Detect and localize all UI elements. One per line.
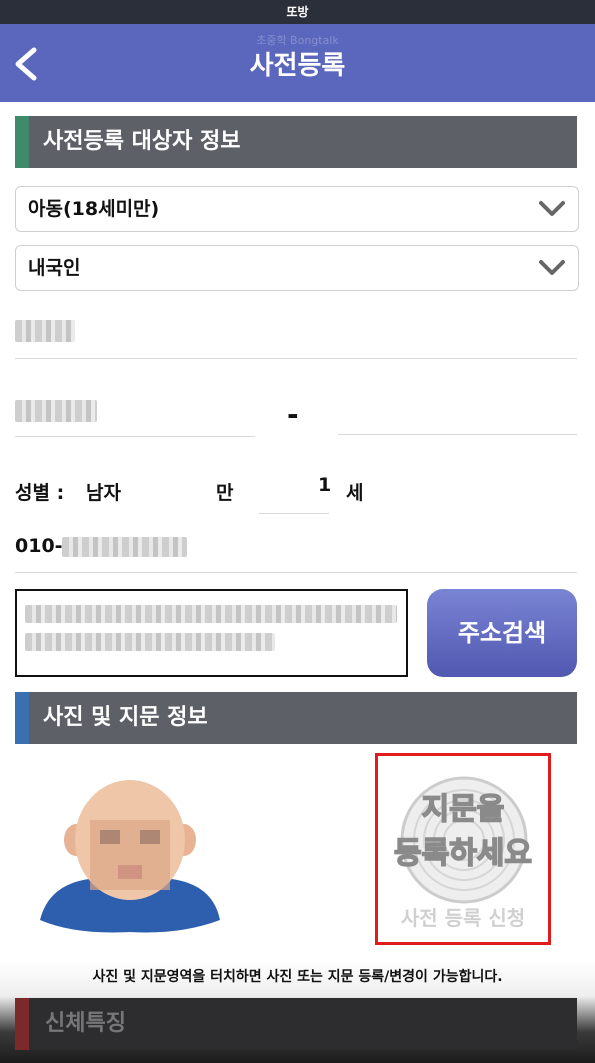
page-title: 사전등록 (249, 51, 346, 81)
gender-value: 남자 (86, 482, 121, 504)
age-prefix: 만 (216, 482, 234, 504)
section-photo-header: 사진 및 지문 정보 (15, 692, 577, 744)
chevron-down-icon (539, 201, 565, 216)
age-value: 1 (318, 474, 332, 496)
id-back-field[interactable] (338, 434, 577, 435)
address-field[interactable] (15, 589, 408, 677)
age-group-select[interactable]: 아동(18세미만) (15, 186, 579, 232)
fingerprint-prompt-line2: 등록하세요 (393, 835, 533, 872)
name-field-underline[interactable] (15, 358, 577, 359)
id-separator: - (287, 398, 299, 431)
chevron-down-icon (539, 260, 565, 275)
section-target-title: 사전등록 대상자 정보 (43, 129, 241, 154)
address-line2-redacted (25, 633, 275, 651)
phone-field-underline[interactable] (15, 572, 577, 573)
nationality-value: 내국인 (28, 257, 81, 279)
fingerprint-caption: 사전 등록 신청 (400, 906, 526, 930)
address-line1-redacted (25, 605, 397, 623)
id-front-redacted (15, 400, 97, 422)
phone-number-redacted (62, 537, 187, 557)
nationality-select[interactable]: 내국인 (15, 245, 579, 291)
section-accent (15, 998, 29, 1050)
phone-prefix: 010- (15, 535, 63, 557)
status-bar-title: 또방 (286, 5, 309, 19)
fingerprint-prompt-line1: 지문을 (421, 791, 505, 828)
section-body-title: 신체특징 (45, 1011, 126, 1036)
section-accent (15, 692, 29, 744)
name-value-redacted (15, 320, 75, 342)
section-target-header: 사전등록 대상자 정보 (15, 116, 577, 168)
age-group-value: 아동(18세미만) (28, 198, 160, 220)
fingerprint-register-area[interactable]: 지문을 등록하세요 사전 등록 신청 (375, 753, 551, 945)
section-photo-title: 사진 및 지문 정보 (43, 705, 208, 730)
status-bar: 또방 (0, 0, 595, 24)
age-field[interactable] (259, 513, 329, 514)
touch-notice: 사진 및 지문영역을 터치하면 사진 또는 지문 등록/변경이 가능합니다. (92, 969, 503, 985)
app-bar-watermark: 초중학 Bongtalk (256, 34, 339, 47)
gender-label: 성별 : (15, 482, 65, 504)
child-photo[interactable] (30, 770, 230, 935)
id-front-field[interactable] (15, 436, 255, 437)
age-suffix: 세 (346, 482, 364, 504)
app-bar: 초중학 Bongtalk 사전등록 (0, 24, 595, 102)
section-body-header: 신체특징 (15, 998, 577, 1050)
section-accent (15, 116, 29, 168)
address-search-button[interactable]: 주소검색 (427, 589, 577, 677)
